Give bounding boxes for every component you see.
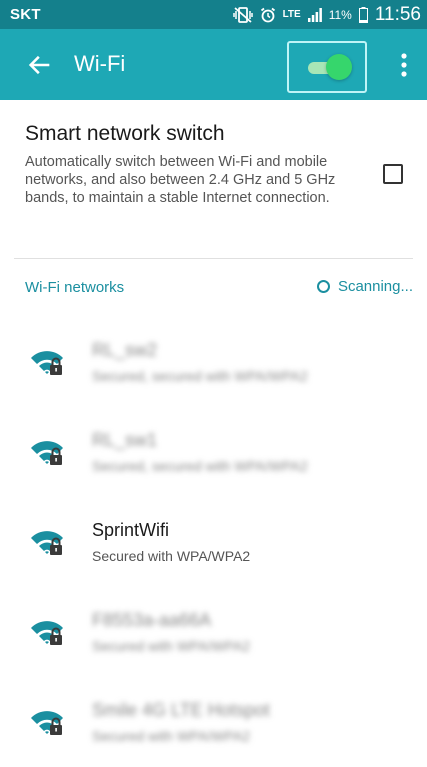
wifi-secured-icon xyxy=(30,528,64,558)
scanning-indicator: Scanning... xyxy=(316,278,413,295)
page-title: Wi-Fi xyxy=(74,51,126,76)
smart-switch-checkbox[interactable] xyxy=(383,164,403,184)
network-name: RL_sw2 xyxy=(92,340,158,360)
scanning-label: Scanning... xyxy=(337,278,413,295)
network-item[interactable]: F8553a-aa66A Secured with WPA/WPA2 xyxy=(0,587,427,677)
network-security: Secured with WPA/WPA2 xyxy=(92,728,251,744)
battery-icon xyxy=(358,6,368,23)
wifi-secured-icon xyxy=(30,708,64,738)
toggle-knob xyxy=(326,54,352,80)
battery-percent: 11% xyxy=(328,7,352,22)
lte-icon: LTE xyxy=(282,8,301,20)
wifi-secured-icon xyxy=(30,438,64,468)
wifi-networks-header: Wi-Fi networks xyxy=(25,279,125,296)
network-item[interactable]: SprintWifi Secured with WPA/WPA2 xyxy=(0,497,427,587)
network-name: F8553a-aa66A xyxy=(92,610,212,630)
network-item[interactable]: RL_sw2 Secured, secured with WPA/WPA2 xyxy=(0,317,427,407)
network-name: SprintWifi xyxy=(92,520,170,540)
smart-network-switch-row[interactable]: Smart network switch Automatically switc… xyxy=(0,100,427,258)
network-security: Secured with WPA/WPA2 xyxy=(92,638,251,654)
network-security: Secured, secured with WPA/WPA2 xyxy=(92,368,308,384)
scanning-spinner-icon xyxy=(316,280,330,293)
alarm-icon xyxy=(260,7,275,22)
network-name: Smile 4G LTE Hotspot xyxy=(92,700,270,720)
divider xyxy=(14,258,413,259)
network-security: Secured with WPA/WPA2 xyxy=(92,548,251,564)
wifi-secured-icon xyxy=(30,348,64,378)
network-security: Secured, secured with WPA/WPA2 xyxy=(92,458,308,474)
smart-switch-description: Automatically switch between Wi-Fi and m… xyxy=(25,154,336,206)
network-item[interactable]: RL_sw1 Secured, secured with WPA/WPA2 xyxy=(0,407,427,497)
app-toolbar: Wi-Fi xyxy=(0,29,427,100)
network-name: RL_sw1 xyxy=(92,430,158,450)
mute-vibrate-icon xyxy=(232,6,253,23)
carrier-label: SKT xyxy=(10,6,41,23)
status-bar: SKT LTE 11% 11:56 xyxy=(0,0,427,29)
wifi-secured-icon xyxy=(30,618,64,648)
more-vert-icon[interactable] xyxy=(392,51,416,79)
wifi-master-toggle[interactable] xyxy=(287,41,367,93)
status-icons: LTE 11% 11:56 xyxy=(232,3,421,26)
signal-icon xyxy=(307,7,322,22)
smart-switch-title: Smart network switch xyxy=(25,122,225,145)
clock: 11:56 xyxy=(374,3,421,25)
network-item[interactable]: Smile 4G LTE Hotspot Secured with WPA/WPA… xyxy=(0,677,427,767)
back-arrow-icon[interactable] xyxy=(26,51,54,79)
